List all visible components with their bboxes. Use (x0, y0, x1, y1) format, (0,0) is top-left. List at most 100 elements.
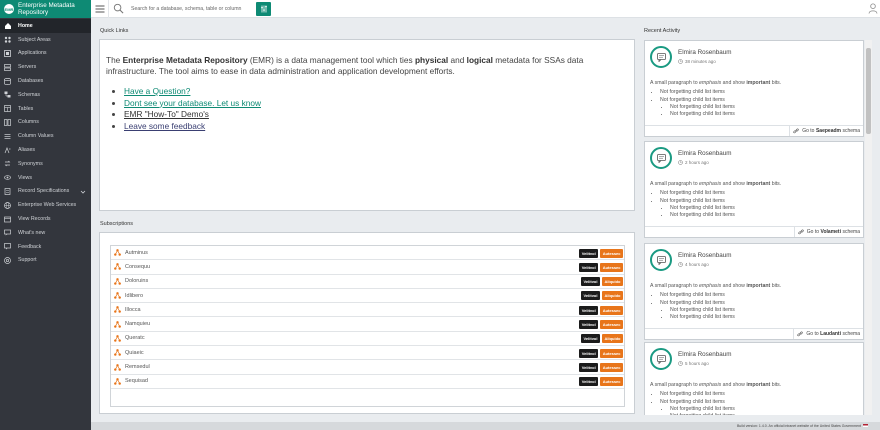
subscription-badges: Velitvol Autessec (579, 305, 623, 315)
sidebar-item-what-s-new[interactable]: What's new (0, 226, 91, 240)
dark-badge[interactable]: Velitvol (579, 262, 599, 272)
subscription-row[interactable]: Queratc Velitvol Aliquido (111, 332, 624, 347)
dark-badge[interactable]: Velitvol (579, 348, 599, 358)
subscription-name[interactable]: Namquieu (125, 321, 150, 327)
sidebar-item-home[interactable]: Home (0, 19, 91, 33)
sidebar-item-feedback[interactable]: Feedback (0, 240, 91, 254)
sidebar-item-tables[interactable]: Tables (0, 102, 91, 116)
activity-user-name[interactable]: Elmira Rosenbaum (678, 49, 732, 56)
comment-icon (656, 153, 666, 163)
subscription-row[interactable]: Consequu Velitvol Autessec (111, 260, 624, 275)
activity-card: Elmira Rosenbaum 38 minutes ago A small pa… (644, 40, 864, 137)
dark-badge[interactable]: Velitvol (580, 334, 600, 344)
dark-badge[interactable]: Velitvol (579, 248, 599, 258)
sidebar-item-synonyms[interactable]: Synonyms (0, 157, 91, 171)
sidebar-item-label: Tables (18, 105, 34, 112)
subscription-name[interactable]: Doloruins (125, 278, 148, 284)
subscription-row[interactable]: Idlibero Velitvol Aliquido (111, 289, 624, 304)
sidebar-item-aliases[interactable]: Aliases (0, 143, 91, 157)
activity-user-name[interactable]: Elmira Rosenbaum (678, 150, 732, 157)
column-values-icon (4, 133, 11, 140)
leave-feedback-link[interactable]: Leave some feedback (124, 121, 205, 131)
sidebar-item-applications[interactable]: Applications (0, 47, 91, 61)
subscription-name[interactable]: Consequu (125, 264, 150, 270)
subscription-name[interactable]: Illocca (125, 307, 141, 313)
search-input[interactable] (131, 3, 253, 14)
sidebar-item-views[interactable]: Views (0, 171, 91, 185)
sidebar-item-column-values[interactable]: Column Values (0, 129, 91, 143)
sidebar-item-support[interactable]: Support (0, 254, 91, 268)
quick-links-title: Quick Links (100, 28, 129, 34)
dark-badge[interactable]: Velitvol (579, 362, 599, 372)
sidebar-item-label: What's new (18, 229, 46, 236)
activity-scrollbar[interactable] (865, 40, 872, 415)
orange-badge[interactable]: Autessec (600, 319, 623, 329)
record-specifications-icon (4, 188, 11, 195)
user-account-icon[interactable] (868, 3, 878, 14)
orange-badge[interactable]: Aliquido (602, 334, 623, 344)
subscription-row[interactable]: Doloruins Velitvol Aliquido (111, 275, 624, 289)
have-question-link[interactable]: Have a Question? (124, 86, 190, 96)
subscription-name[interactable]: Autminus (125, 250, 148, 256)
subscription-row[interactable]: Quiaeic Velitvol Autessec (111, 346, 624, 361)
orange-badge[interactable]: Autessec (600, 262, 623, 272)
dark-badge[interactable]: Velitvol (579, 319, 599, 329)
activity-body: A small paragraph to emphasis and show i… (650, 80, 860, 118)
orange-badge[interactable]: Autessec (600, 362, 623, 372)
activity-timestamp: 5 hours ago (678, 361, 709, 366)
schema-hierarchy-icon (114, 277, 121, 285)
filter-button[interactable] (256, 2, 271, 16)
sidebar-item-label: Column Values (18, 133, 54, 140)
goto-schema-button[interactable]: Go to Laudanti schema (793, 329, 863, 339)
sidebar-item-label: Aliases (18, 147, 36, 154)
subscription-row[interactable]: Autminus Velitvol Autessec (111, 246, 624, 261)
sidebar-item-schemas[interactable]: Schemas (0, 88, 91, 102)
subscription-name[interactable]: Sequisad (125, 378, 148, 384)
sidebar-item-record-specifications[interactable]: Record Specifications (0, 185, 91, 199)
request-database-link[interactable]: Dont see your database. Let us know (124, 98, 261, 108)
sidebar-item-view-records[interactable]: View Records (0, 212, 91, 226)
orange-badge[interactable]: Autessec (600, 248, 623, 258)
footer: Build version: 1.4.0. An official intran… (91, 422, 880, 430)
orange-badge[interactable]: Aliquido (602, 291, 623, 301)
orange-badge[interactable]: Autessec (600, 305, 623, 315)
subscription-row[interactable]: Illocca Velitvol Autessec (111, 303, 624, 318)
sidebar-item-label: Servers (18, 64, 37, 71)
sidebar-item-label: Applications (18, 50, 47, 57)
goto-schema-button[interactable]: Go to Saepeadm schema (789, 126, 863, 136)
chevron-down-icon[interactable] (80, 189, 86, 195)
sidebar-item-label: Synonyms (18, 160, 43, 167)
subscription-name[interactable]: Queratc (125, 335, 145, 341)
orange-badge[interactable]: Autessec (600, 348, 623, 358)
sidebar-item-servers[interactable]: Servers (0, 60, 91, 74)
feedback-icon (4, 243, 11, 250)
dark-badge[interactable]: Velitvol (580, 291, 600, 301)
columns-icon (4, 119, 11, 126)
dark-badge[interactable]: Velitvol (580, 277, 600, 287)
sidebar-item-columns[interactable]: Columns (0, 116, 91, 130)
activity-user-name[interactable]: Elmira Rosenbaum (678, 252, 732, 259)
scroll-thumb[interactable] (866, 48, 871, 134)
subscription-row[interactable]: Namquieu Velitvol Autessec (111, 317, 624, 332)
hamburger-menu-icon[interactable] (95, 4, 105, 14)
how-to-demos-link[interactable]: EMR "How-To" Demo's (124, 109, 209, 119)
sidebar-item-label: Feedback (18, 243, 42, 250)
brand[interactable]: EMR Enterprise Metadata Repository (0, 0, 91, 18)
sidebar-item-databases[interactable]: Databases (0, 74, 91, 88)
sidebar-item-subject-areas[interactable]: Subject Areas (0, 33, 91, 47)
subscription-name[interactable]: Remsedul (125, 364, 150, 370)
sidebar-item-enterprise-web-services[interactable]: Enterprise Web Services (0, 198, 91, 212)
dark-badge[interactable]: Velitvol (579, 305, 599, 315)
subscription-badges: Velitvol Autessec (579, 362, 623, 372)
dark-badge[interactable]: Velitvol (579, 377, 599, 387)
subscription-name[interactable]: Idlibero (125, 293, 143, 299)
subscription-row[interactable]: Sequisad Velitvol Autessec (111, 375, 624, 389)
clock-icon (678, 160, 683, 165)
orange-badge[interactable]: Aliquido (602, 277, 623, 287)
subscription-name[interactable]: Quiaeic (125, 350, 144, 356)
goto-schema-button[interactable]: Go to Volameti schema (793, 227, 863, 237)
orange-badge[interactable]: Autessec (600, 377, 623, 387)
intro-paragraph: The Enterprise Metadata Repository (EMR)… (106, 55, 584, 76)
subscription-row[interactable]: Remsedul Velitvol Autessec (111, 360, 624, 375)
activity-user-name[interactable]: Elmira Rosenbaum (678, 351, 732, 358)
